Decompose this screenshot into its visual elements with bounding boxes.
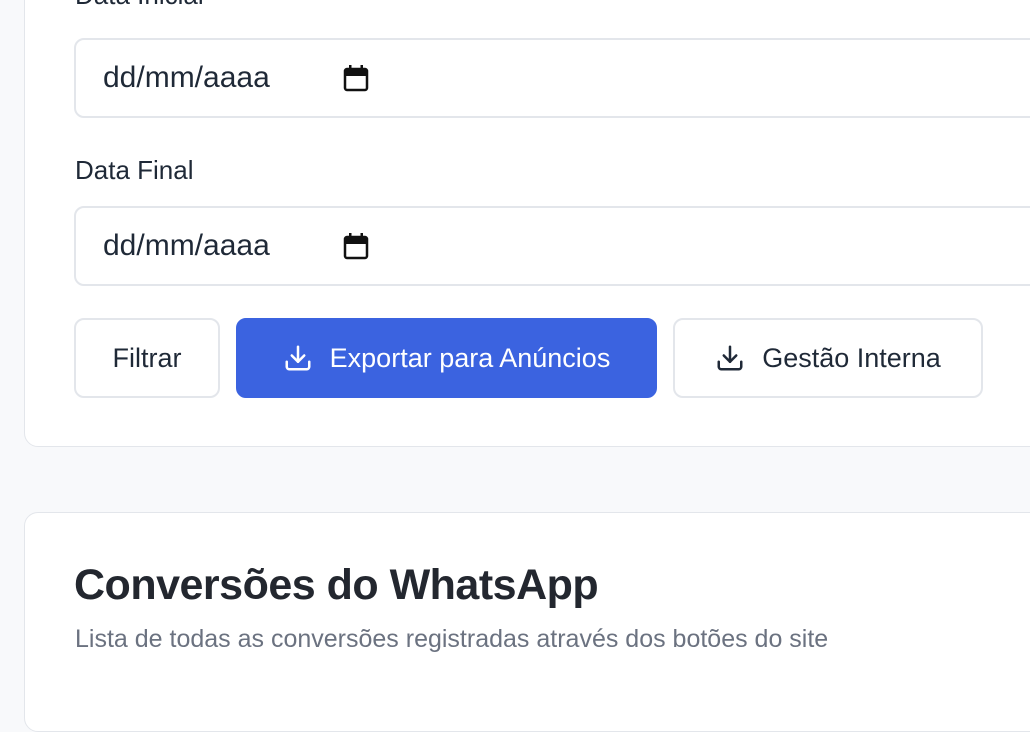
export-ads-button-label: Exportar para Anúncios [329, 342, 611, 373]
internal-management-button[interactable]: Gestão Interna [673, 318, 983, 398]
start-date-value: dd/mm/aaaa [103, 61, 270, 94]
filter-button[interactable]: Filtrar [74, 318, 220, 398]
start-date-input[interactable]: dd/mm/aaaa [74, 38, 1030, 118]
filter-button-label: Filtrar [112, 342, 182, 373]
calendar-icon[interactable] [343, 64, 369, 92]
end-date-label: Data Final [75, 155, 194, 185]
start-date-label: Data Inicial [75, 0, 204, 8]
download-icon [285, 345, 311, 371]
page-title: Conversões do WhatsApp [74, 561, 599, 609]
calendar-icon[interactable] [343, 232, 369, 260]
end-date-value: dd/mm/aaaa [103, 229, 270, 262]
internal-management-button-label: Gestão Interna [762, 342, 941, 373]
export-ads-button[interactable]: Exportar para Anúncios [236, 318, 657, 398]
end-date-input[interactable]: dd/mm/aaaa [74, 206, 1030, 286]
download-icon [717, 345, 743, 371]
conversions-card [24, 512, 1030, 732]
page-subtitle: Lista de todas as conversões registradas… [75, 625, 829, 653]
